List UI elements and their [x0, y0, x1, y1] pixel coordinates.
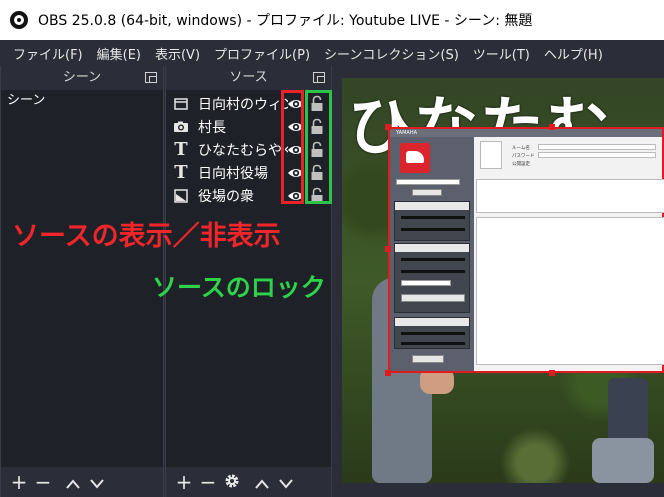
- remove-source-button[interactable]: −: [196, 467, 220, 497]
- app-button: [412, 189, 442, 196]
- chevron-down-icon: [90, 479, 104, 489]
- add-scene-button[interactable]: +: [7, 467, 31, 497]
- source-name: 日向村役場: [198, 165, 268, 182]
- app-playback-section: [394, 243, 470, 313]
- menu-bar: ファイル(F) 編集(E) 表示(V) プロファイル(P) シーンコレクション(…: [0, 40, 664, 66]
- menu-tools[interactable]: ツール(T): [466, 44, 537, 63]
- lock-highlight-box: [305, 90, 332, 204]
- image-icon: [172, 187, 190, 205]
- captured-app-window[interactable]: YAMAHA ルーム名 パスワード 公開設定: [388, 127, 664, 373]
- menu-scene-collection[interactable]: シーンコレクション(S): [317, 44, 466, 63]
- selection-handle[interactable]: [385, 124, 391, 130]
- app-input-section: [394, 201, 470, 241]
- menu-help[interactable]: ヘルプ(H): [537, 44, 610, 63]
- app-master-section: [394, 317, 470, 349]
- sources-dock-title: ソース: [229, 70, 268, 85]
- move-scene-up-button[interactable]: [61, 467, 85, 497]
- camera-icon: [172, 118, 190, 136]
- selection-handle[interactable]: [385, 370, 391, 376]
- scene-item[interactable]: シーン: [1, 90, 163, 112]
- app-members-box: [476, 179, 664, 213]
- selection-handle[interactable]: [385, 246, 391, 252]
- piano-logo-icon: [400, 143, 430, 173]
- selection-handle[interactable]: [549, 124, 555, 130]
- gear-icon: [225, 474, 239, 488]
- app-right-panel: ルーム名 パスワード 公開設定: [476, 137, 664, 371]
- menu-file[interactable]: ファイル(F): [6, 44, 90, 63]
- scenes-toolbar: + −: [1, 467, 163, 497]
- scenes-dock-header: シーン: [1, 66, 163, 90]
- remove-scene-button[interactable]: −: [31, 467, 55, 497]
- visibility-highlight-box: [281, 90, 304, 204]
- scenes-dock: シーン シーン + −: [0, 66, 164, 497]
- move-source-up-button[interactable]: [250, 467, 274, 497]
- chevron-up-icon: [255, 479, 269, 489]
- scenes-list: シーン: [1, 90, 163, 467]
- source-name: 日向村のウィン: [198, 96, 288, 113]
- source-name: 役場の衆: [198, 188, 254, 205]
- move-scene-down-button[interactable]: [85, 467, 109, 497]
- lock-annotation: ソースのロック: [152, 273, 326, 302]
- text-icon: T: [174, 139, 188, 160]
- app-name-field: [396, 179, 460, 185]
- app-log-box: [476, 217, 664, 365]
- scenes-dock-title: シーン: [62, 70, 102, 85]
- source-name: 村長: [198, 119, 226, 136]
- sources-toolbar: + −: [166, 467, 331, 497]
- menu-edit[interactable]: 編集(E): [90, 44, 148, 63]
- add-source-button[interactable]: +: [172, 467, 196, 497]
- undock-icon[interactable]: [145, 72, 157, 83]
- source-name: ひなたむらやくば: [198, 142, 288, 159]
- person-figure: [592, 438, 654, 483]
- sources-dock-header: ソース: [166, 66, 331, 90]
- app-button: [412, 355, 444, 363]
- chevron-up-icon: [66, 479, 80, 489]
- app-room-icon: [480, 141, 502, 169]
- window-titlebar: OBS 25.0.8 (64-bit, windows) - プロファイル: Y…: [0, 0, 664, 40]
- move-source-down-button[interactable]: [274, 467, 298, 497]
- text-icon: T: [174, 162, 188, 183]
- undock-icon[interactable]: [313, 72, 325, 83]
- app-titlebar: YAMAHA: [390, 129, 662, 137]
- obs-logo-icon: [10, 11, 28, 29]
- window-capture-icon: [172, 95, 190, 113]
- chevron-down-icon: [279, 479, 293, 489]
- visibility-annotation: ソースの表示／非表示: [12, 221, 281, 252]
- window-title: OBS 25.0.8 (64-bit, windows) - プロファイル: Y…: [38, 13, 533, 29]
- menu-profile[interactable]: プロファイル(P): [207, 44, 317, 63]
- app-left-panel: [390, 137, 474, 371]
- source-properties-button[interactable]: [220, 467, 244, 497]
- selection-handle[interactable]: [549, 370, 555, 376]
- menu-view[interactable]: 表示(V): [148, 44, 207, 63]
